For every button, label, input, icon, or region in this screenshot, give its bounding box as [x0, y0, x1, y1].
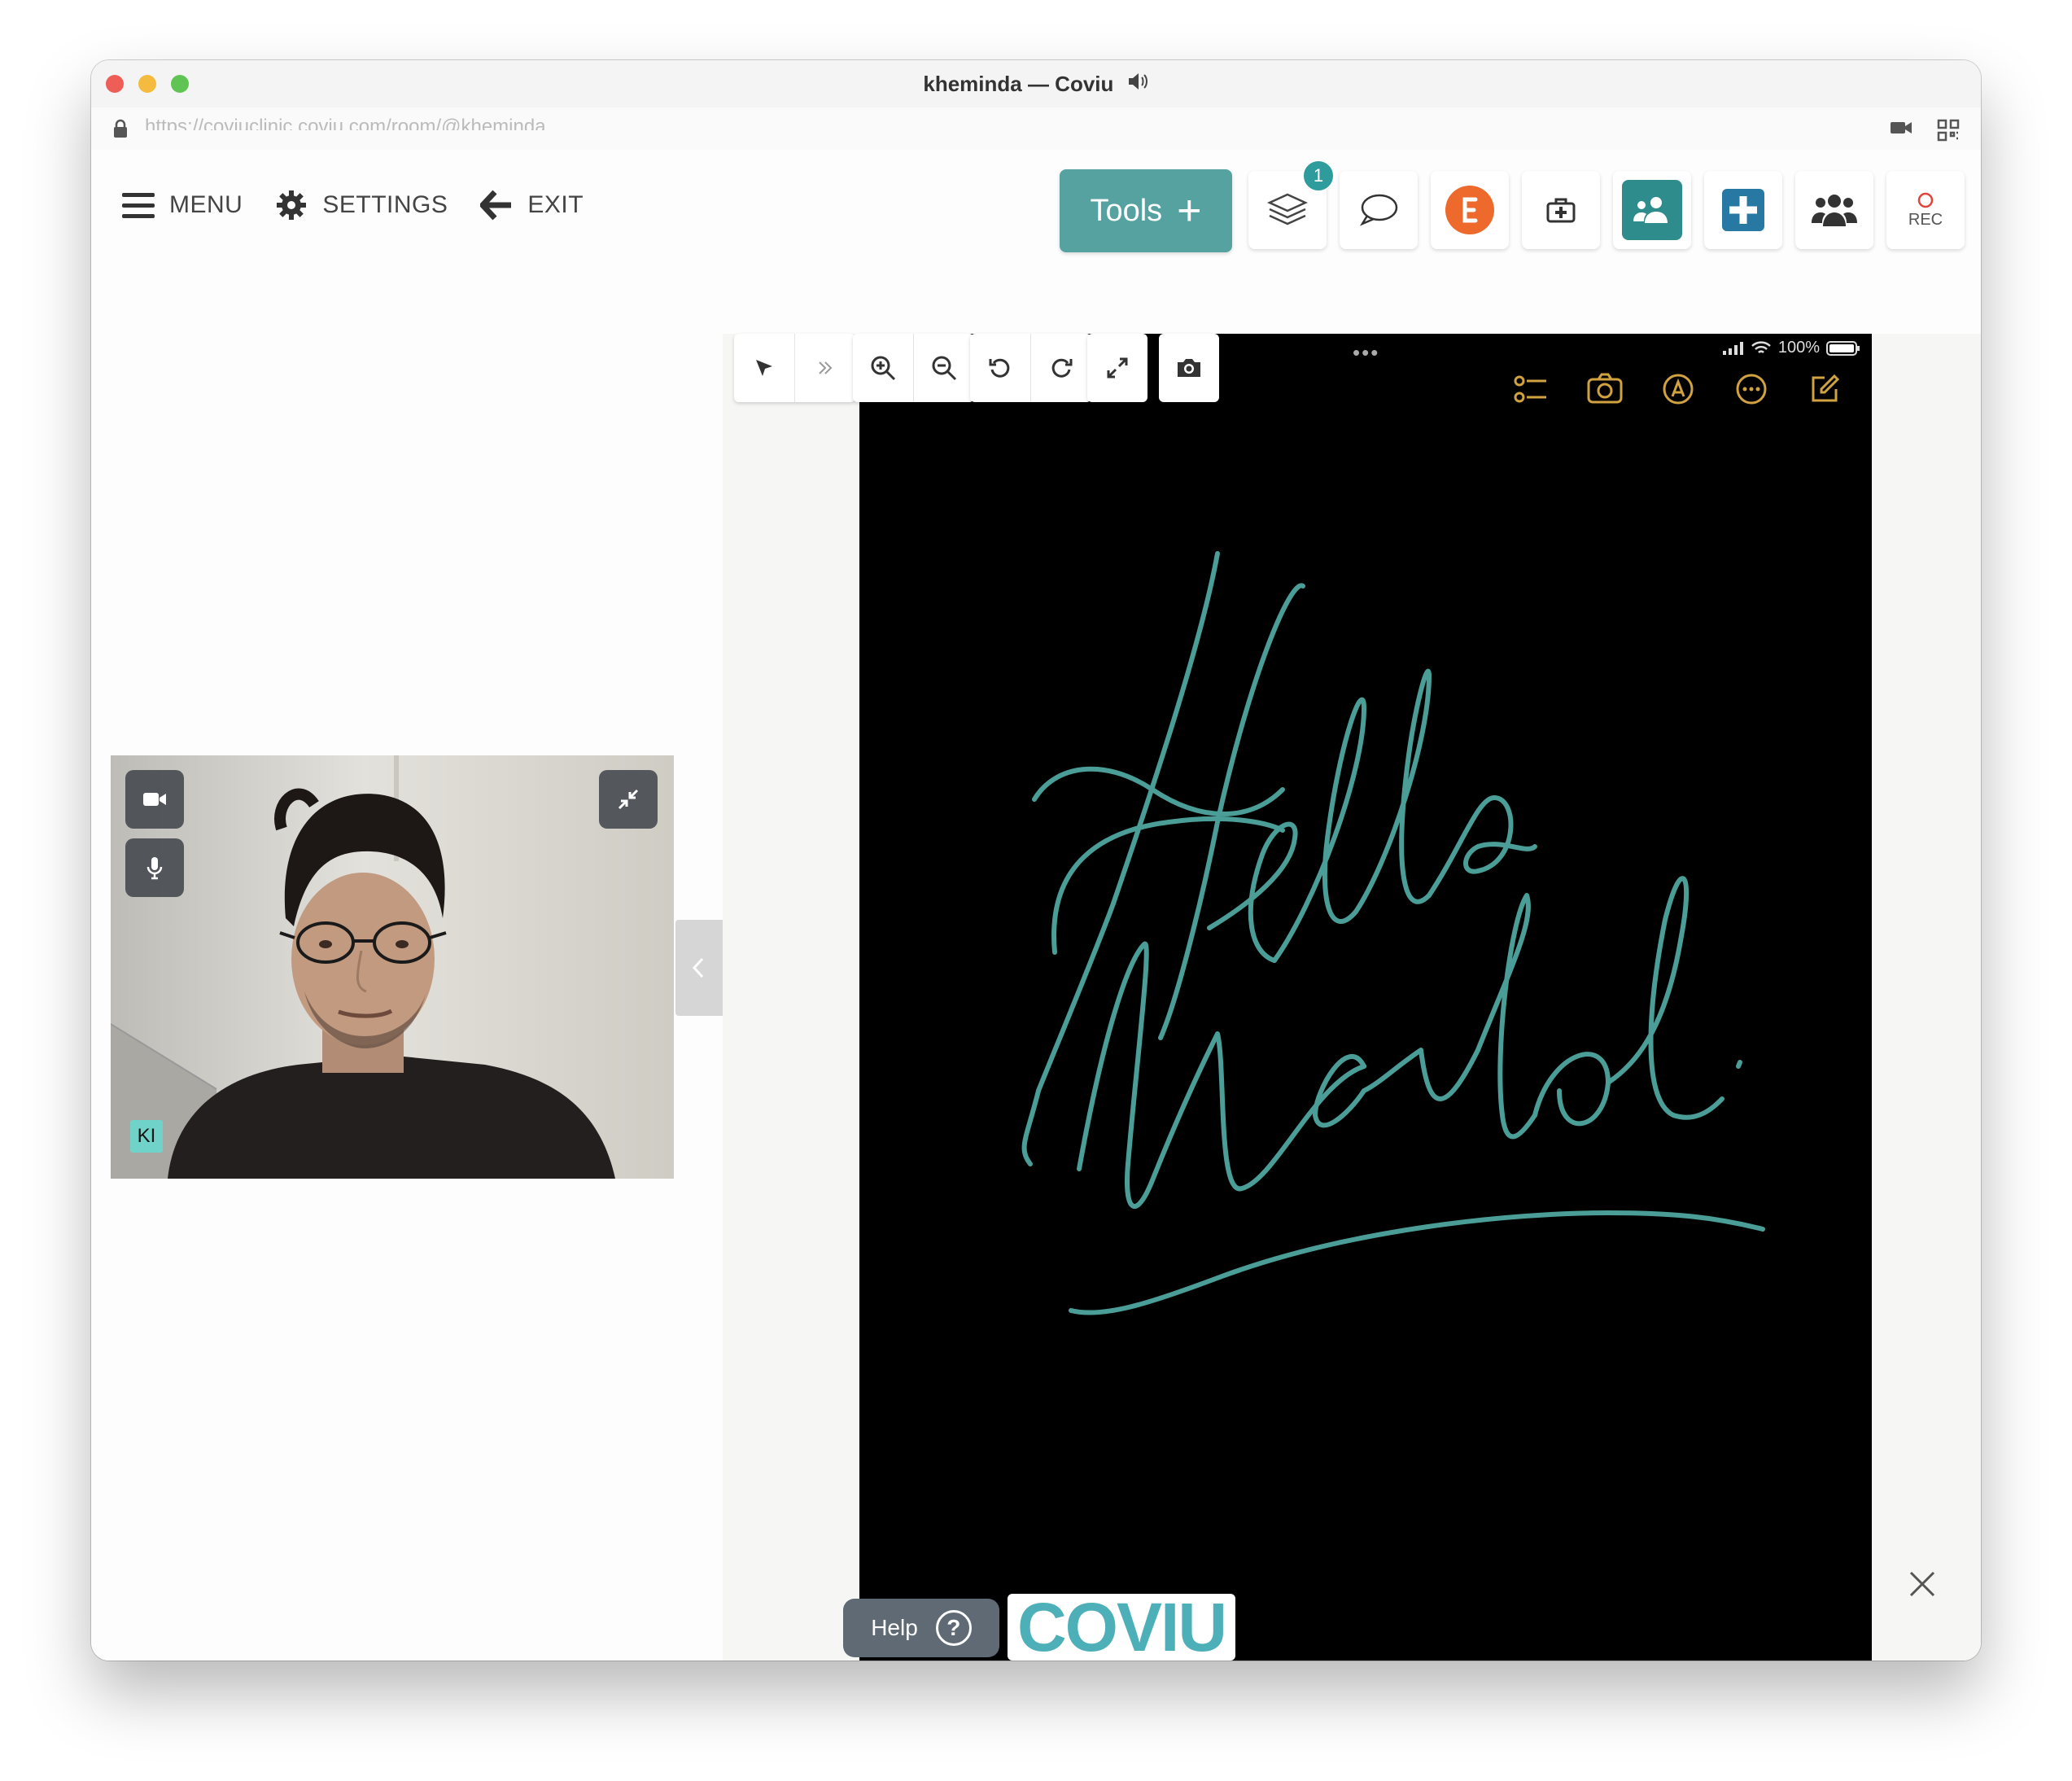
- shared-screen-area: ••• 100%: [723, 334, 1981, 1661]
- coviu-logo: COVIU: [1008, 1594, 1235, 1661]
- layers-badge: 1: [1302, 160, 1335, 192]
- collapse-arrows-icon: [618, 789, 639, 810]
- medical-kit-icon: [1546, 198, 1576, 223]
- rotate-left-button[interactable]: [970, 334, 1030, 402]
- camera-icon: [1178, 359, 1200, 377]
- people-icon: [1633, 197, 1668, 223]
- settings-button[interactable]: SETTINGS: [275, 189, 448, 221]
- rec-label: REC: [1908, 210, 1943, 229]
- close-icon: [1909, 1571, 1935, 1597]
- self-video-tile: KI: [111, 755, 674, 1179]
- group-button[interactable]: [1795, 171, 1873, 249]
- rotate-right-button[interactable]: [1031, 334, 1091, 402]
- rotate-tool-group: [970, 334, 1091, 402]
- zoom-in-button[interactable]: [853, 334, 913, 402]
- exit-button[interactable]: EXIT: [480, 189, 584, 221]
- chat-button[interactable]: [1340, 171, 1418, 249]
- microphone-icon: [146, 857, 163, 880]
- lock-icon: [112, 119, 129, 142]
- zoom-out-icon: [932, 356, 957, 381]
- zoom-out-button[interactable]: [914, 334, 974, 402]
- self-video-feed: [111, 755, 674, 1179]
- rotate-left-icon: [989, 358, 1010, 378]
- add-button[interactable]: [1704, 171, 1782, 249]
- tools-button[interactable]: Tools +: [1060, 169, 1232, 252]
- minimize-video-button[interactable]: [599, 770, 658, 829]
- e-integration-button[interactable]: [1431, 171, 1509, 249]
- participant-initials: KI: [130, 1120, 163, 1153]
- address-bar[interactable]: https://coviuclinic.coviu.com/room/@khem…: [91, 107, 1981, 151]
- help-button[interactable]: Help ?: [843, 1599, 999, 1657]
- snapshot-tool: [1159, 334, 1219, 402]
- video-camera-icon: [143, 793, 166, 806]
- gear-icon: [277, 190, 307, 220]
- pointer-button[interactable]: [734, 334, 794, 402]
- expand-arrows-icon: [1107, 357, 1128, 379]
- help-label: Help: [871, 1615, 918, 1640]
- record-icon: [1917, 192, 1934, 208]
- participants-panel-button[interactable]: [1613, 171, 1691, 249]
- question-icon: ?: [935, 1610, 972, 1646]
- plus-icon: +: [1177, 187, 1202, 234]
- mic-toggle-button[interactable]: [125, 838, 184, 897]
- layers-icon: [1266, 193, 1309, 225]
- zoom-tool-group: [853, 334, 974, 402]
- medical-plus-icon: [1722, 189, 1764, 231]
- settings-label: SETTINGS: [322, 191, 448, 218]
- menu-label: MENU: [169, 191, 243, 218]
- camera-permission-icon[interactable]: [1890, 119, 1912, 141]
- top-nav: MENU SETTINGS EXIT: [122, 181, 616, 230]
- url-text[interactable]: https://coviuclinic.coviu.com/room/@khem…: [145, 114, 546, 130]
- tools-label: Tools: [1090, 193, 1163, 228]
- rotate-right-icon: [1051, 358, 1073, 378]
- arrow-left-icon: [480, 190, 512, 221]
- window-title: kheminda — Coviu: [91, 72, 1981, 97]
- speaker-icon: [1126, 72, 1149, 96]
- pointer-tool-group: [734, 334, 855, 402]
- fullscreen-button[interactable]: [1087, 334, 1147, 402]
- coviu-app: MENU SETTINGS EXIT Tools + 1 REC KI ••• …: [91, 150, 1981, 1661]
- exit-label: EXIT: [527, 191, 584, 218]
- window-title-text: kheminda — Coviu: [923, 72, 1114, 96]
- fullscreen-tool: [1087, 334, 1147, 402]
- record-button[interactable]: REC: [1886, 171, 1965, 249]
- zoom-in-icon: [871, 356, 896, 381]
- close-share-button[interactable]: [1906, 1568, 1939, 1604]
- title-bar: kheminda — Coviu: [91, 60, 1981, 108]
- group-icon: [1812, 195, 1857, 226]
- expand-tools-button[interactable]: [795, 334, 855, 402]
- camera-toggle-button[interactable]: [125, 770, 184, 829]
- browser-window: kheminda — Coviu https://coviuclinic.cov…: [91, 60, 1981, 1661]
- snapshot-button[interactable]: [1159, 334, 1219, 402]
- e-logo-icon: [1445, 186, 1494, 234]
- chevron-left-icon[interactable]: [690, 956, 706, 980]
- medical-kit-button[interactable]: [1522, 171, 1600, 249]
- handwriting-drawing: [1021, 551, 1765, 1315]
- double-chevron-right-icon: [819, 361, 833, 374]
- menu-button[interactable]: MENU: [122, 191, 243, 219]
- speech-bubble-icon: [1359, 194, 1398, 226]
- qr-code-icon[interactable]: [1937, 119, 1960, 146]
- hamburger-icon: [122, 193, 155, 218]
- cursor-arrow-icon: [756, 360, 772, 376]
- shared-screen[interactable]: ••• 100%: [859, 334, 1872, 1661]
